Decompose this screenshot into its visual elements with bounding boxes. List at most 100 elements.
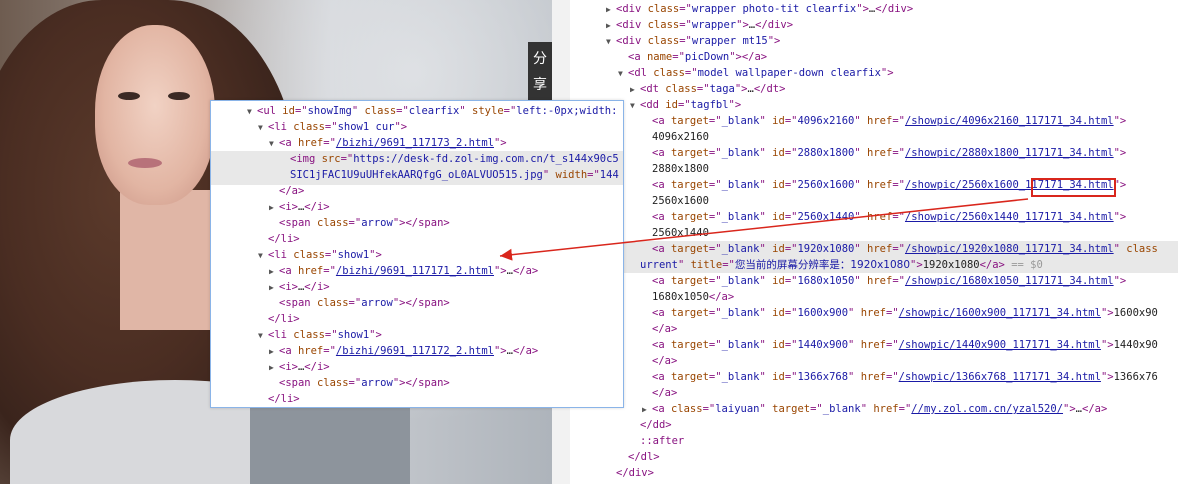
attr-link[interactable]: /showpic/4096x2160_117171_34.html [905,115,1114,127]
collapse-triangle-icon[interactable]: ▼ [258,328,268,344]
code-token: =" [348,297,362,309]
popup-node-row[interactable]: ▶ <a href="/bizhi/9691_117172_2.html">…</… [269,343,538,359]
code-token: " [459,105,473,117]
attr-link[interactable]: /showpic/1680x1050_117171_34.html [905,275,1114,287]
popup-node-row[interactable]: SIC1jFAC1U9uUHfekAARQfgG_oL0ALVUO515.jpg… [280,167,619,183]
devtools-node-row[interactable]: 2880x1800 [642,161,709,177]
code-token: width [555,169,588,181]
inspector-popup[interactable]: ▼ <ul id="showImg" class="clearfix" style… [210,100,624,408]
popup-node-row[interactable]: </li> [258,311,300,327]
collapse-triangle-icon[interactable]: ▼ [606,34,616,50]
collapse-triangle-icon[interactable]: ▼ [269,136,279,152]
collapse-triangle-icon[interactable]: ▼ [618,66,628,82]
devtools-node-row[interactable]: ▼ <div class="wrapper mt15"> [606,33,780,49]
expand-triangle-icon[interactable]: ▶ [269,264,279,280]
devtools-node-row[interactable]: ▼ <dl class="model wallpaper-down clearfi… [618,65,894,81]
popup-node-row[interactable]: ▼ <ul id="showImg" class="clearfix" style… [247,103,617,119]
devtools-node-row[interactable]: </dd> [630,417,672,433]
attr-link[interactable]: /bizhi/9691_117173_2.html [336,137,494,149]
code-token: src [321,153,341,165]
popup-node-row[interactable]: </a> [269,183,304,199]
devtools-node-row[interactable]: <a name="picDown"></a> [618,49,767,65]
attr-link[interactable]: /showpic/1366x768_117171_34.html [899,371,1101,383]
devtools-node-row[interactable]: </div> [606,465,654,481]
share-label-1: 分 [533,51,547,67]
devtools-node-row[interactable]: </a> [642,321,677,337]
attr-link[interactable]: /showpic/1600x900_117171_34.html [899,307,1101,319]
devtools-node-row[interactable]: <a target="_blank" id="1920x1080" href="… [570,241,1178,257]
expand-triangle-icon[interactable]: ▶ [642,402,652,418]
devtools-node-row[interactable]: 1680x1050</a> [642,289,734,305]
devtools-node-row[interactable]: ::after [630,433,684,449]
popup-node-row[interactable]: <span class="arrow"></span> [269,375,450,391]
share-button[interactable]: 分 享 [528,42,552,102]
devtools-node-row[interactable]: ▶ <a class="laiyuan" target="_blank" href… [642,401,1107,417]
devtools-node-row[interactable]: </a> [642,385,677,401]
devtools-node-row[interactable]: 2560x1600 [642,193,709,209]
popup-node-row[interactable]: </li> [258,391,300,407]
code-token: <a [279,265,298,277]
devtools-node-row[interactable]: <a target="_blank" id="1680x1050" href="… [642,273,1126,289]
attr-link[interactable]: /showpic/1920x1080_117171_34.html [905,243,1114,255]
devtools-node-row[interactable]: </dl> [618,449,660,465]
collapse-triangle-icon[interactable]: ▼ [258,248,268,264]
code-token: model wallpaper-down clearfix [697,67,881,79]
popup-node-row[interactable]: ▼ <li class="show1 cur"> [258,119,407,135]
code-token: target [670,339,709,351]
code-token: =" [323,345,336,357]
popup-node-row[interactable]: ▶ <a href="/bizhi/9691_117171_2.html">…</… [269,263,538,279]
popup-node-row[interactable]: </li> [258,231,300,247]
devtools-node-row[interactable]: 2560x1440 [642,225,709,241]
code-token: "> [880,67,894,79]
popup-node-row[interactable]: <span class="arrow"></span> [269,295,450,311]
expand-triangle-icon[interactable]: ▶ [269,360,279,376]
devtools-node-row[interactable]: <a target="_blank" id="2880x1800" href="… [642,145,1126,161]
expand-triangle-icon[interactable]: ▶ [269,200,279,216]
collapse-triangle-icon[interactable]: ▼ [630,98,640,114]
expand-triangle-icon[interactable]: ▶ [269,344,279,360]
devtools-node-row[interactable]: <a target="_blank" id="1440x900" href="/… [642,337,1158,353]
attr-link[interactable]: //my.zol.com.cn/yzal520/ [911,403,1063,415]
code-token: class [293,329,325,341]
code-token: href [860,371,886,383]
text-node: 1366x76 [1113,371,1158,383]
code-token: =" [886,339,899,351]
attr-link[interactable]: /showpic/2880x1800_117171_34.html [905,147,1114,159]
expand-triangle-icon[interactable]: ▶ [606,2,616,18]
expand-triangle-icon[interactable]: ▶ [630,82,640,98]
attr-link[interactable]: /showpic/2560x1440_117171_34.html [905,211,1114,223]
popup-node-row[interactable]: <img src="https://desk-fd.zol-img.com.cn… [280,151,619,167]
code-token: href [873,403,899,415]
collapse-triangle-icon[interactable]: ▼ [247,104,257,120]
popup-node-row[interactable]: ▼ <a href="/bizhi/9691_117173_2.html"> [269,135,507,151]
code-token: class [316,297,349,309]
code-token: class [293,249,325,261]
devtools-node-row[interactable]: ▼ <dd id="tagfbl"> [630,97,741,113]
attr-link[interactable]: /bizhi/9691_117171_2.html [336,265,494,277]
code-token: "> [493,137,507,149]
attr-link[interactable]: /showpic/1440x900_117171_34.html [899,339,1101,351]
code-token: </a> [279,185,305,197]
expand-triangle-icon[interactable]: ▶ [606,18,616,34]
devtools-node-row[interactable]: ▶ <div class="wrapper">…</div> [606,17,793,33]
popup-node-row[interactable]: ▼ <li class="show1"> [258,327,382,343]
popup-node-row[interactable]: ▶ <i>…</i> [269,359,330,375]
expand-triangle-icon[interactable]: ▶ [269,280,279,296]
devtools-node-row[interactable]: <a target="_blank" id="2560x1440" href="… [642,209,1126,225]
devtools-node-row[interactable]: <a target="_blank" id="1600x900" href="/… [642,305,1158,321]
attr-link[interactable]: /bizhi/9691_117172_2.html [336,345,494,357]
popup-node-row[interactable]: <span class="arrow"></span> [269,215,450,231]
devtools-node-row[interactable]: <a target="_blank" id="4096x2160" href="… [642,113,1126,129]
devtools-node-row[interactable]: 4096x2160 [642,129,709,145]
popup-node-row[interactable]: ▼ <li class="show1"> [258,247,382,263]
popup-node-row[interactable]: ▶ <i>…</i> [269,279,330,295]
devtools-elements-panel[interactable]: ▶ <div class="wrapper photo-tit clearfix"… [552,0,1178,484]
popup-node-row[interactable]: ▶ <i>…</i> [269,199,330,215]
collapse-triangle-icon[interactable]: ▼ [258,120,268,136]
devtools-node-row[interactable]: <a target="_blank" id="1366x768" href="/… [642,369,1158,385]
devtools-node-row[interactable]: </a> [642,353,677,369]
devtools-node-row[interactable]: ▶ <dt class="taga">…</dt> [630,81,785,97]
devtools-node-row[interactable]: ▶ <div class="wrapper photo-tit clearfix"… [606,1,913,17]
devtools-node-row[interactable]: urrent" title="您当前的屏幕分辨率是：1920x1080">192… [570,257,1178,273]
code-token: =" [892,243,905,255]
